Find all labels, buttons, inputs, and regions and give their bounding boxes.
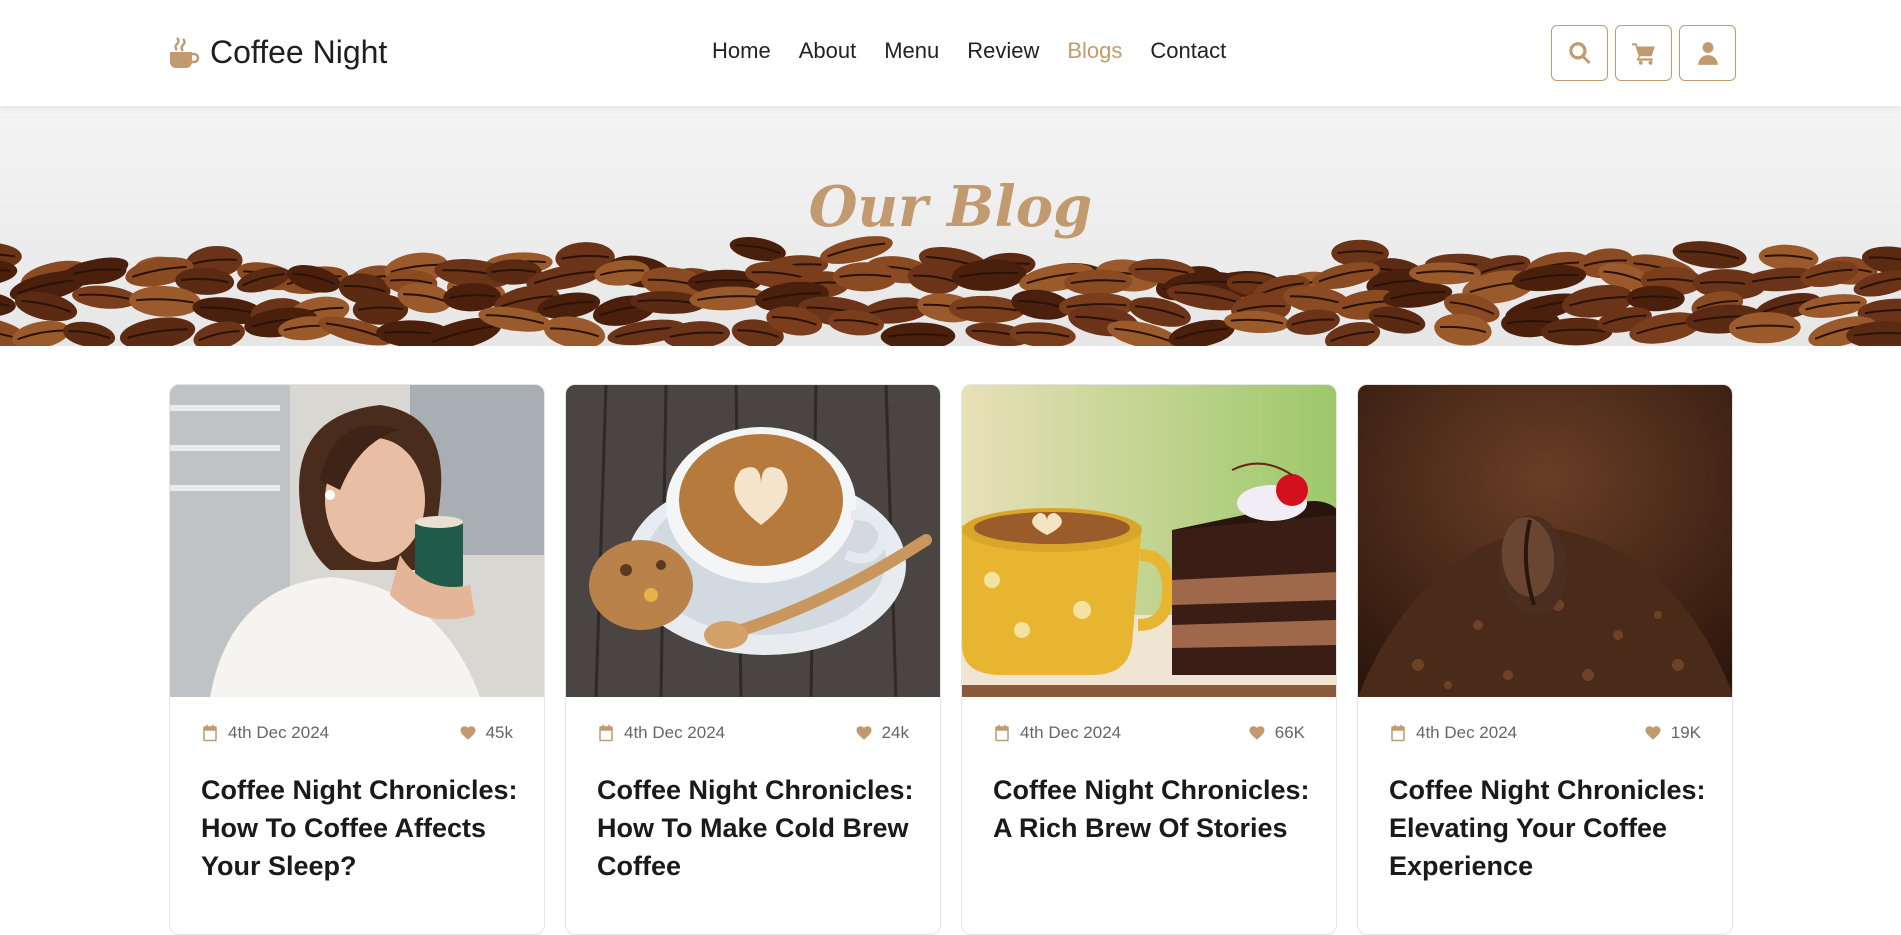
post-title[interactable]: Coffee Night Chronicles: How To Coffee A…	[201, 771, 522, 885]
like-button[interactable]: 45k	[459, 723, 513, 743]
post-meta: 4th Dec 2024 45k	[201, 723, 513, 743]
main-nav: Home About Menu Review Blogs Contact	[712, 38, 1226, 64]
calendar-icon	[995, 724, 1009, 742]
coffee-cup-icon	[170, 36, 200, 68]
blog-list: 4th Dec 2024 45k Coffee Night Chronicles…	[169, 384, 1733, 935]
like-count: 66K	[1274, 723, 1305, 742]
like-button[interactable]: 66K	[1248, 723, 1305, 743]
nav-blogs[interactable]: Blogs	[1067, 38, 1122, 64]
post-meta: 4th Dec 2024 66K	[993, 723, 1305, 743]
like-count: 19K	[1670, 723, 1701, 742]
user-icon	[1697, 42, 1718, 65]
cart-button[interactable]	[1615, 25, 1672, 81]
like-count: 45k	[485, 723, 513, 742]
heart-icon	[856, 726, 872, 740]
post-meta: 4th Dec 2024 19K	[1389, 723, 1701, 743]
heart-icon	[1645, 726, 1661, 740]
heart-icon	[1249, 726, 1265, 740]
calendar-icon	[1391, 724, 1405, 742]
post-date: 4th Dec 2024	[624, 723, 726, 742]
blog-card[interactable]: 4th Dec 2024 24k Coffee Night Chronicles…	[565, 384, 941, 935]
search-icon	[1568, 42, 1591, 64]
nav-contact[interactable]: Contact	[1150, 38, 1226, 64]
like-button[interactable]: 24k	[855, 723, 909, 743]
latte-on-wood-image	[566, 385, 940, 697]
cart-icon	[1631, 43, 1655, 65]
blog-card[interactable]: 4th Dec 2024 45k Coffee Night Chronicles…	[169, 384, 545, 935]
search-button[interactable]	[1551, 25, 1608, 81]
nav-menu[interactable]: Menu	[884, 38, 939, 64]
coffee-bean-on-grounds-image	[1358, 385, 1732, 697]
post-title[interactable]: Coffee Night Chronicles: A Rich Brew Of …	[993, 771, 1314, 847]
post-date: 4th Dec 2024	[228, 723, 330, 742]
calendar-icon	[599, 724, 613, 742]
nav-home[interactable]: Home	[712, 38, 771, 64]
post-title[interactable]: Coffee Night Chronicles: Elevating Your …	[1389, 771, 1710, 885]
post-date: 4th Dec 2024	[1416, 723, 1518, 742]
nav-review[interactable]: Review	[967, 38, 1039, 64]
post-title[interactable]: Coffee Night Chronicles: How To Make Col…	[597, 771, 918, 885]
post-date: 4th Dec 2024	[1020, 723, 1122, 742]
brand-name: Coffee Night	[210, 34, 388, 70]
header-actions	[1551, 25, 1736, 81]
heart-icon	[460, 726, 476, 740]
site-header: Coffee Night Home About Menu Review Blog…	[0, 0, 1901, 106]
like-button[interactable]: 19K	[1644, 723, 1701, 743]
post-meta: 4th Dec 2024 24k	[597, 723, 909, 743]
blog-card[interactable]: 4th Dec 2024 66K Coffee Night Chronicles…	[961, 384, 1337, 935]
blog-banner: Our Blog	[0, 106, 1901, 346]
like-count: 24k	[881, 723, 909, 742]
page-title: Our Blog	[808, 174, 1093, 240]
coffee-and-cake-image	[962, 385, 1336, 697]
account-button[interactable]	[1679, 25, 1736, 81]
woman-drinking-coffee-image	[170, 385, 544, 697]
brand-logo[interactable]: Coffee Night	[168, 34, 387, 71]
calendar-icon	[203, 724, 217, 742]
nav-about[interactable]: About	[799, 38, 857, 64]
blog-card[interactable]: 4th Dec 2024 19K Coffee Night Chronicles…	[1357, 384, 1733, 935]
